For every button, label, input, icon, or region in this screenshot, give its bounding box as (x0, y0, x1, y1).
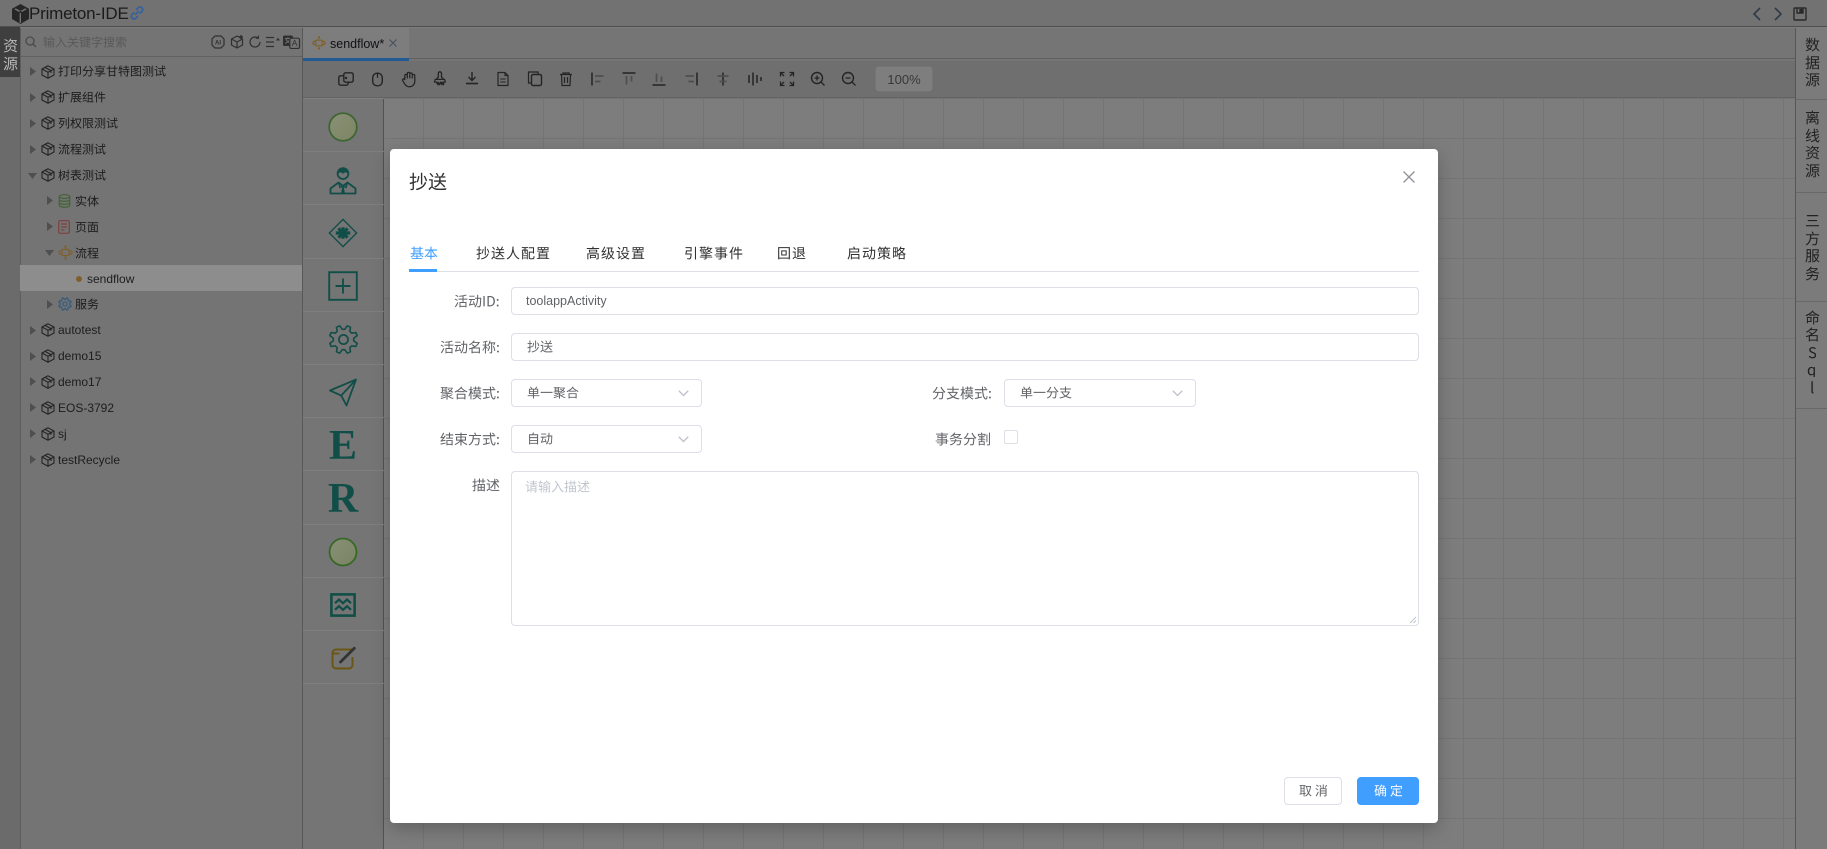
svg-text:A: A (292, 38, 298, 48)
svg-text:AI: AI (215, 41, 221, 47)
